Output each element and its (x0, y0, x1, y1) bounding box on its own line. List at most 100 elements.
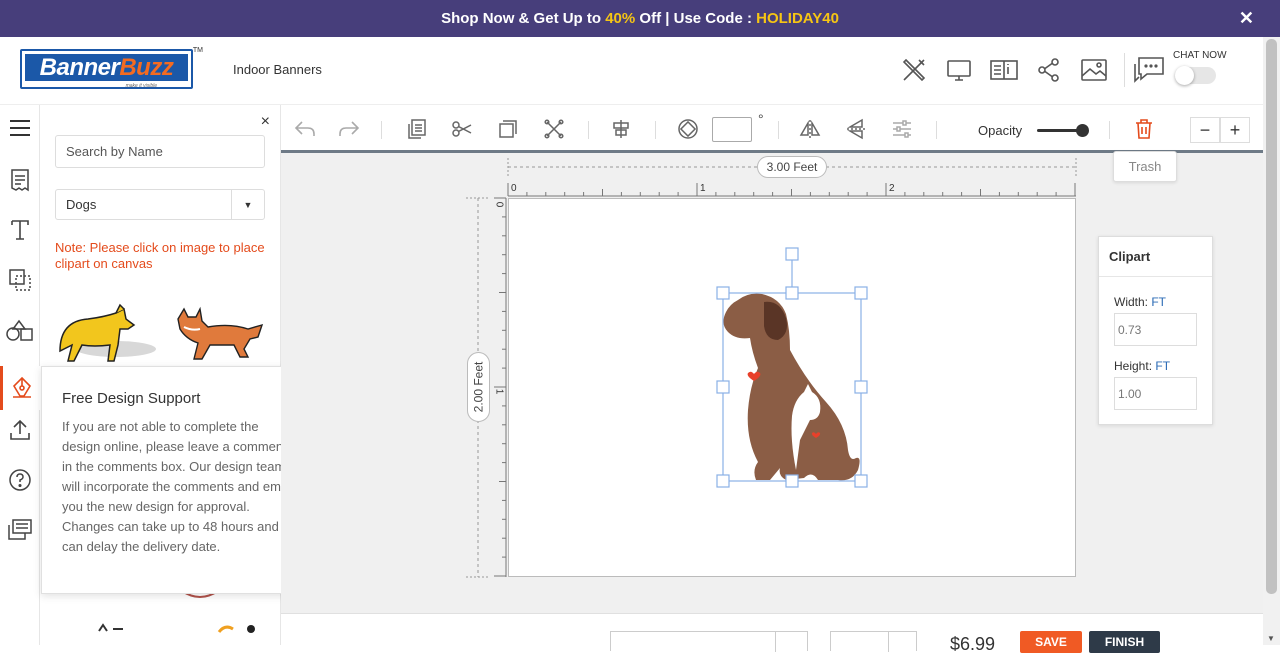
chat-now-widget[interactable]: CHAT NOW (1133, 47, 1243, 92)
duplicate-icon[interactable] (496, 117, 520, 141)
template-icon[interactable] (6, 166, 34, 194)
width-input[interactable]: 0.73 (1114, 313, 1197, 346)
help-icon[interactable] (6, 466, 34, 494)
width-label-text: Width: (1114, 295, 1152, 309)
header-actions: CHAT NOW (891, 47, 1243, 92)
clipart-thumb-red-fox[interactable] (170, 305, 266, 365)
chat-icon (1134, 56, 1164, 83)
promo-text-part1: Shop Now & Get Up to (441, 10, 606, 27)
order-bar: $6.99 SAVE FINISH (281, 613, 1263, 654)
zoom-out-button[interactable]: − (1190, 117, 1220, 143)
text-tool-icon[interactable] (6, 216, 34, 244)
toolbar-divider (381, 121, 382, 139)
width-label: Width: FT (1114, 295, 1166, 309)
toolbar-divider (1109, 121, 1110, 139)
category-select[interactable]: Dogs ▼ (55, 189, 265, 220)
promo-banner: Shop Now & Get Up to 40% Off | Use Code … (0, 0, 1280, 37)
canvas-height-label: 2.00 Feet (471, 361, 486, 413)
copy-icon[interactable] (405, 117, 429, 141)
degree-symbol: ° (758, 111, 764, 127)
cut-icon[interactable] (450, 117, 474, 141)
clipart-thumb-partial-3[interactable] (215, 620, 260, 633)
preview-desktop-icon[interactable] (936, 47, 981, 92)
site-header: Banner Buzz make it visible TM Indoor Ban… (0, 37, 1263, 105)
scrollbar-thumb[interactable] (1266, 39, 1277, 594)
clipart-note: Note: Please click on image to place cli… (55, 240, 265, 271)
clipart-search-input[interactable] (55, 135, 265, 168)
shapes-icon[interactable] (6, 266, 34, 294)
quantity-select-arrow (888, 632, 916, 652)
ruler-x-label-1: 1 (700, 183, 706, 194)
specs-book-icon[interactable] (981, 47, 1026, 92)
adjust-sliders-icon[interactable] (890, 117, 914, 141)
bannerbuzz-logo[interactable]: Banner Buzz make it visible TM (20, 47, 203, 89)
trash-tooltip: Trash (1113, 151, 1177, 182)
ruler-x-label-2: 2 (889, 183, 895, 194)
height-label-text: Height: (1114, 359, 1156, 373)
flip-vertical-icon[interactable] (844, 117, 868, 141)
logo-part2: Buzz (119, 53, 174, 81)
editor-toolbar: ° Opacity − + (281, 105, 1263, 153)
header-divider (1124, 52, 1125, 87)
redo-icon[interactable] (337, 117, 361, 141)
cliparts-icon[interactable] (6, 316, 34, 344)
clipart-thumb-yellow-fox[interactable] (54, 301, 158, 367)
opacity-slider[interactable] (1037, 124, 1089, 137)
promo-discount: 40% (605, 10, 636, 27)
pen-nib-icon (12, 376, 31, 398)
undo-icon[interactable] (293, 117, 317, 141)
category-selected-value: Dogs (66, 197, 97, 212)
dog-ear-shape (764, 301, 787, 340)
dog-body-shape (723, 293, 860, 481)
popup-title: Free Design Support (62, 390, 201, 407)
chat-toggle[interactable] (1175, 66, 1216, 85)
align-center-icon[interactable] (609, 117, 633, 141)
rotation-angle-input[interactable] (712, 117, 752, 142)
chevron-down-icon: ▼ (231, 190, 264, 219)
image-icon[interactable] (1071, 47, 1116, 92)
clipart-tab-active[interactable] (0, 366, 40, 410)
clipart-thumb-partial-2[interactable] (95, 620, 125, 632)
selected-dog-clipart[interactable] (710, 245, 875, 490)
rotate-icon[interactable] (676, 117, 700, 141)
finish-button[interactable]: FINISH (1089, 631, 1160, 653)
promo-code: HOLIDAY40 (756, 10, 839, 27)
size-select-arrow (775, 632, 807, 652)
quantity-select[interactable] (830, 631, 917, 652)
scroll-down-arrow[interactable]: ▼ (1267, 634, 1275, 643)
promo-text-part2: Off | Use Code : (635, 10, 757, 27)
trash-icon[interactable] (1132, 117, 1156, 141)
delete-x-icon[interactable] (542, 117, 566, 141)
free-design-support-popup: Free Design Support × If you are not abl… (41, 366, 310, 594)
clipart-properties-title: Clipart (1099, 237, 1212, 277)
menu-icon[interactable] (6, 114, 34, 142)
zoom-in-button[interactable]: + (1220, 117, 1250, 143)
toolbar-divider (655, 121, 656, 139)
toolbar-divider (588, 121, 589, 139)
height-input[interactable]: 1.00 (1114, 377, 1197, 410)
clipart-properties-panel: Clipart Width: FT 0.73 Height: FT 1.00 (1098, 236, 1213, 425)
save-button[interactable]: SAVE (1020, 631, 1082, 653)
logo-part1: Banner (39, 53, 120, 81)
height-label: Height: FT (1114, 359, 1170, 373)
comments-icon[interactable] (6, 516, 34, 544)
breadcrumb[interactable]: Indoor Banners (233, 62, 322, 77)
ruler-y-label-0: 0 (493, 201, 505, 208)
width-unit: FT (1151, 295, 1167, 309)
size-select[interactable] (610, 631, 808, 652)
flip-horizontal-icon[interactable] (798, 117, 822, 141)
promo-close-icon[interactable]: ✕ (1239, 8, 1254, 29)
promo-text: Shop Now & Get Up to 40% Off | Use Code … (441, 10, 839, 27)
toolbar-divider (778, 121, 779, 139)
upload-icon[interactable] (6, 416, 34, 444)
panel-close-icon[interactable]: × (261, 113, 270, 131)
opacity-slider-handle[interactable] (1076, 124, 1089, 137)
popup-body: If you are not able to complete the desi… (62, 419, 294, 554)
opacity-label: Opacity (978, 123, 1023, 138)
ruler-x-label-0: 0 (511, 183, 517, 194)
page-scrollbar[interactable]: ▼ (1263, 37, 1280, 645)
logo-wordmark: Banner Buzz (25, 54, 188, 81)
logo-tagline: make it visible (125, 83, 157, 89)
share-icon[interactable] (1026, 47, 1071, 92)
design-tools-icon[interactable] (891, 47, 936, 92)
